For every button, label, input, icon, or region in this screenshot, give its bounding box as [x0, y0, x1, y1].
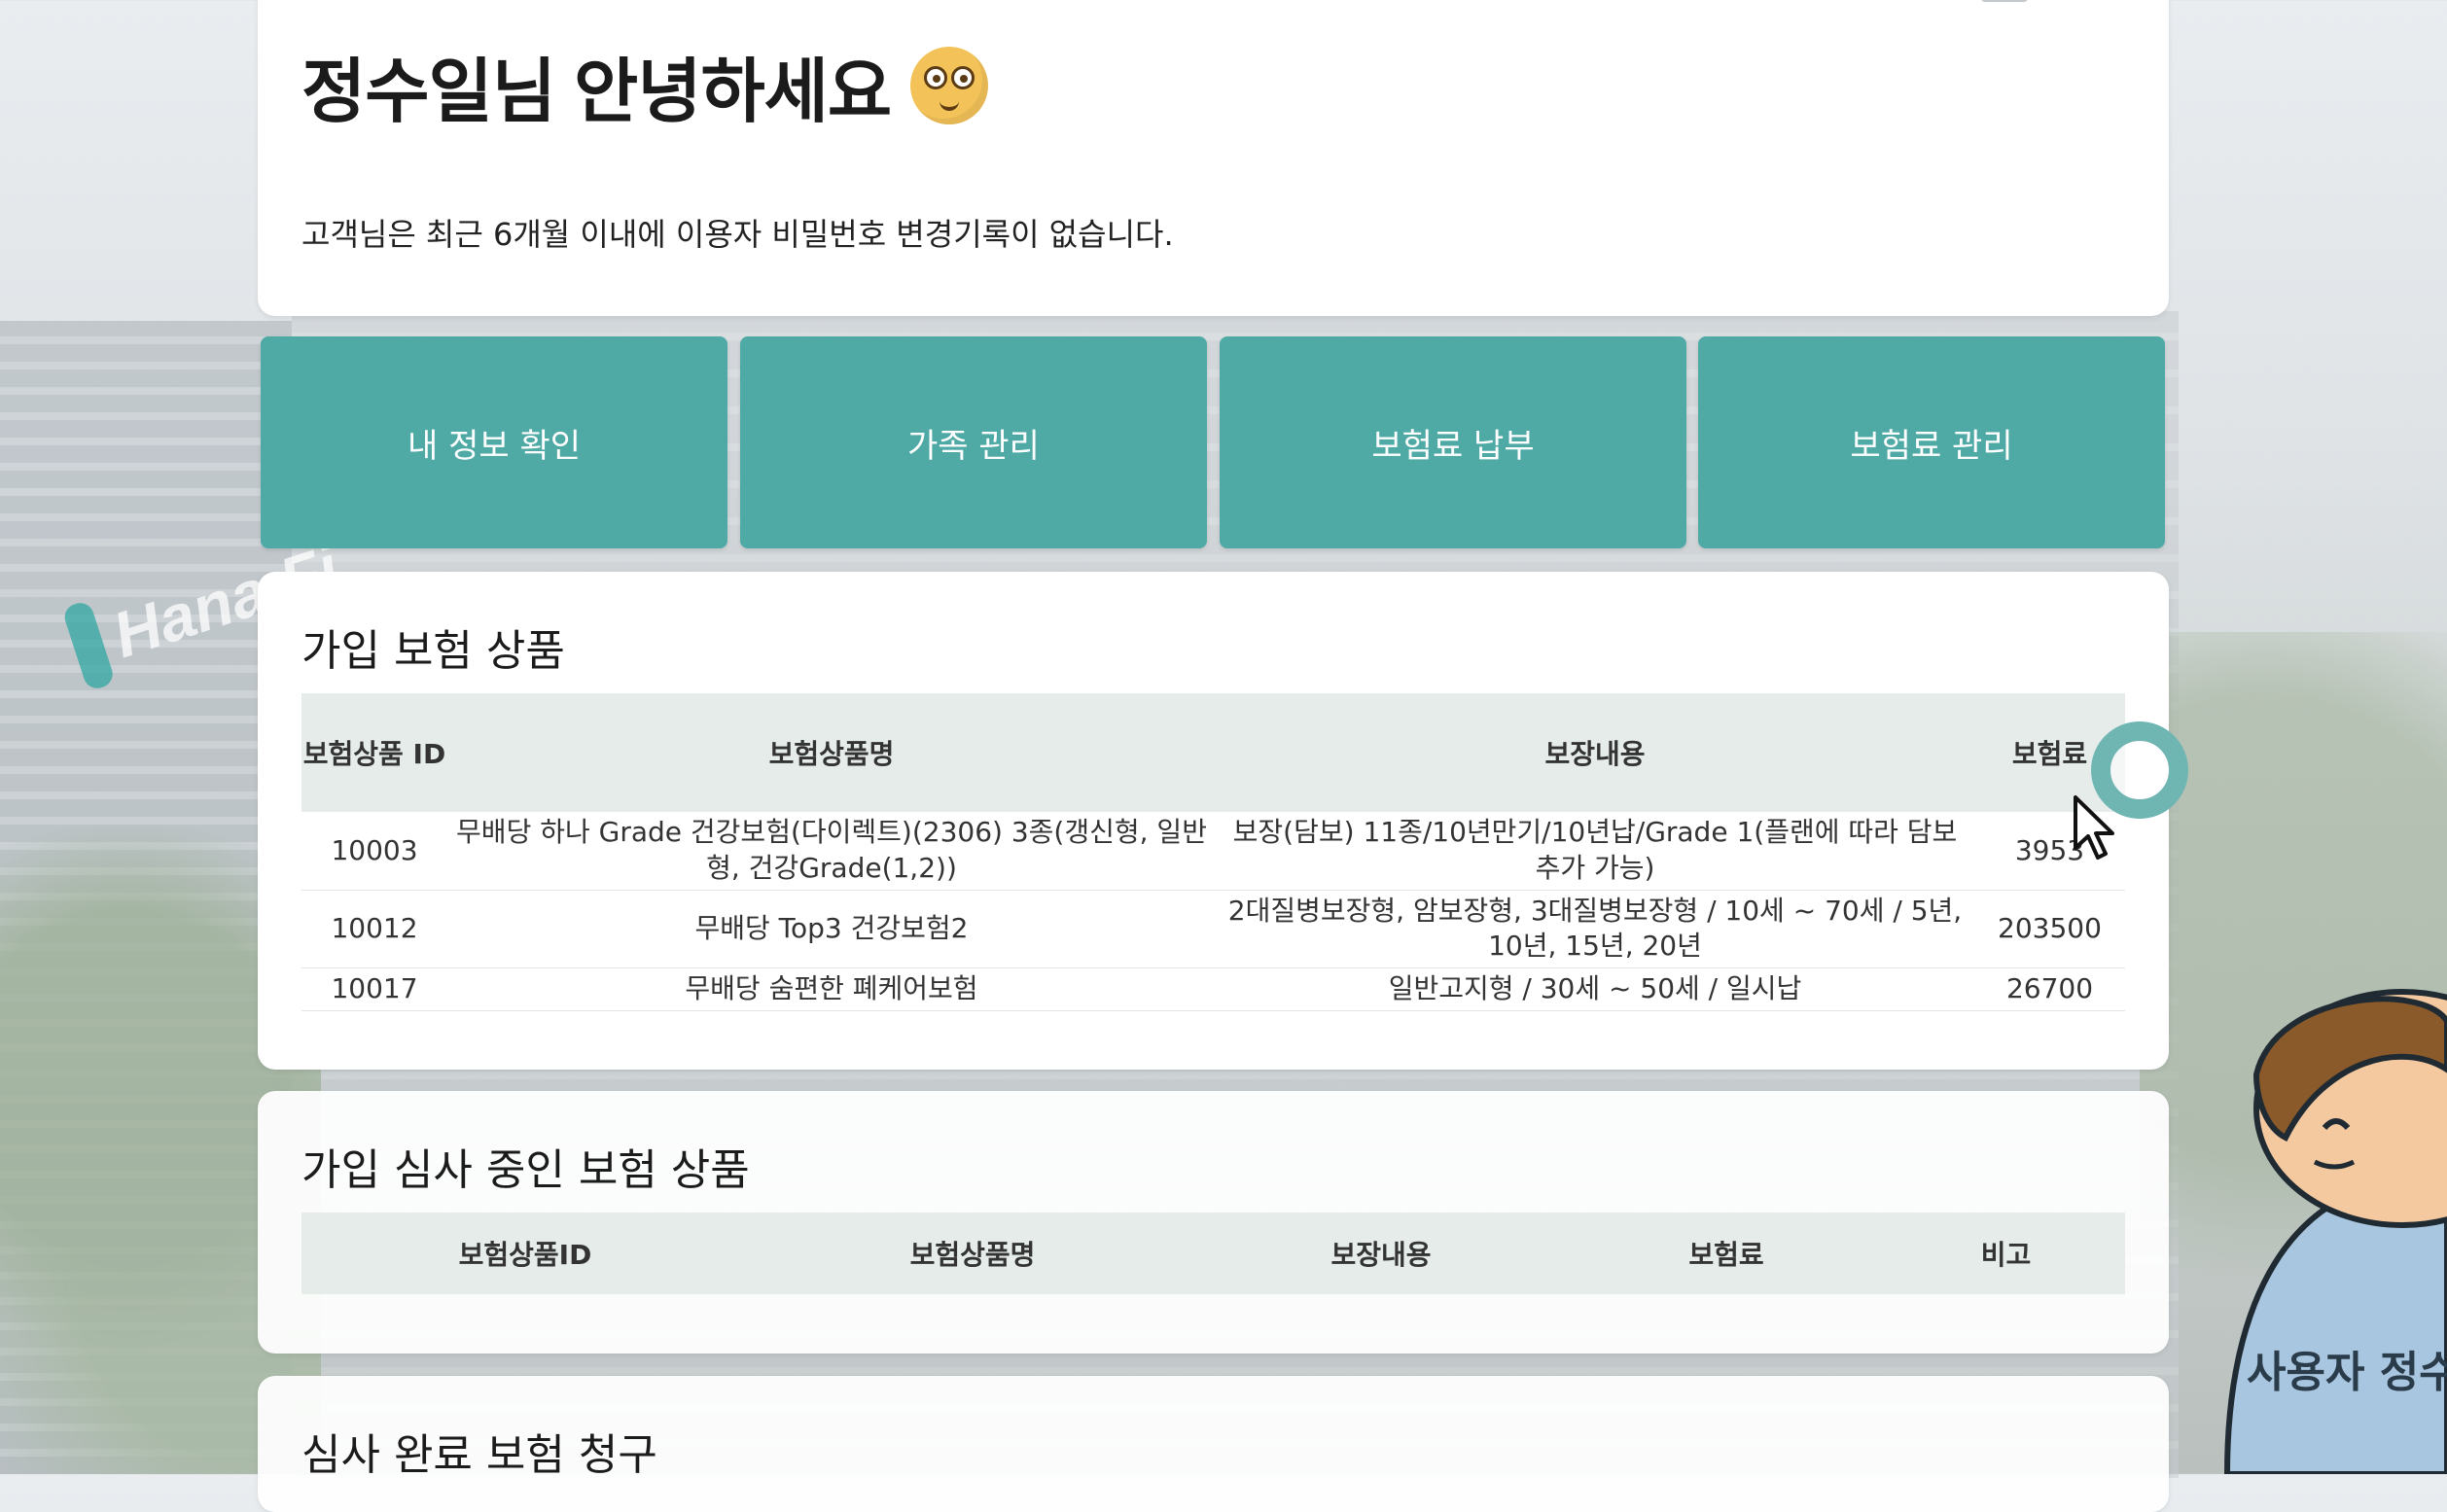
greeting-card: 정수일님 안녕하세요 고객님은 최근 6개월 이내에 이용자 비밀번호 변경기록…: [258, 0, 2169, 316]
col-header-product-name: 보험상품명: [447, 693, 1216, 812]
col-header-product-id: 보험상품 ID: [301, 693, 447, 812]
review-section-title: 가입 심사 중인 보험 상품: [301, 1145, 750, 1195]
user-avatar-illustration: [2223, 989, 2447, 1474]
cell-coverage: 2대질병보장형, 암보장형, 3대질병보장형 / 10세 ~ 70세 / 5년,…: [1216, 890, 1974, 968]
col-header-premium: 보험료: [1566, 1213, 1887, 1294]
completed-claims-card: 심사 완료 보험 청구: [258, 1376, 2169, 1512]
cell-product-name: 무배당 숨편한 폐케어보험: [447, 967, 1216, 1011]
mouse-pointer-icon: [2074, 795, 2114, 860]
cell-premium: 26700: [1974, 967, 2125, 1011]
cell-product-id: 10017: [301, 967, 447, 1011]
my-info-button[interactable]: 내 정보 확인: [261, 336, 727, 548]
col-header-product-id: 보험상품ID: [301, 1213, 749, 1294]
cell-product-id: 10003: [301, 812, 447, 891]
mail-icon[interactable]: [1981, 0, 2028, 2]
greeting-title: 정수일님 안녕하세요: [301, 53, 892, 131]
under-review-card: 가입 심사 중인 보험 상품 보험상품ID 보험상품명 보장내용 보험료 비고: [258, 1091, 2169, 1354]
password-notice: 고객님은 최근 6개월 이내에 이용자 비밀번호 변경기록이 없습니다.: [301, 216, 1174, 253]
premium-payment-button[interactable]: 보험료 납부: [1220, 336, 1686, 548]
col-header-remarks: 비고: [1887, 1213, 2125, 1294]
table-row[interactable]: 10003 무배당 하나 Grade 건강보험(다이렉트)(2306) 3종(갱…: [301, 812, 2125, 891]
cell-coverage: 일반고지형 / 30세 ~ 50세 / 일시납: [1216, 967, 1974, 1011]
enrolled-products-table: 보험상품 ID 보험상품명 보장내용 보험료 10003 무배당 하나 Grad…: [301, 693, 2125, 1011]
claims-section-title: 심사 완료 보험 청구: [301, 1430, 657, 1480]
table-row[interactable]: 10017 무배당 숨편한 폐케어보험 일반고지형 / 30세 ~ 50세 / …: [301, 967, 2125, 1011]
table-row[interactable]: 10012 무배당 Top3 건강보험2 2대질병보장형, 암보장형, 3대질병…: [301, 890, 2125, 968]
cell-product-name: 무배당 하나 Grade 건강보험(다이렉트)(2306) 3종(갱신형, 일반…: [447, 812, 1216, 891]
col-header-coverage: 보장내용: [1196, 1213, 1566, 1294]
enrolled-products-card: 가입 보험 상품 보험상품 ID 보험상품명 보장내용 보험료 10003 무배…: [258, 572, 2169, 1070]
cell-coverage: 보장(담보) 11종/10년만기/10년납/Grade 1(플랜에 따라 담보 …: [1216, 812, 1974, 891]
col-header-product-name: 보험상품명: [749, 1213, 1196, 1294]
cell-product-id: 10012: [301, 890, 447, 968]
enrolled-section-title: 가입 보험 상품: [301, 626, 565, 676]
avatar-label: 사용자 정수일: [2247, 1348, 2447, 1397]
cell-product-name: 무배당 Top3 건강보험2: [447, 890, 1216, 968]
family-manage-button[interactable]: 가족 관리: [740, 336, 1207, 548]
cell-premium: 203500: [1974, 890, 2125, 968]
under-review-table: 보험상품ID 보험상품명 보장내용 보험료 비고: [301, 1213, 2125, 1294]
smiley-emoji-icon: [910, 46, 989, 124]
col-header-coverage: 보장내용: [1216, 693, 1974, 812]
premium-manage-button[interactable]: 보험료 관리: [1698, 336, 2165, 548]
